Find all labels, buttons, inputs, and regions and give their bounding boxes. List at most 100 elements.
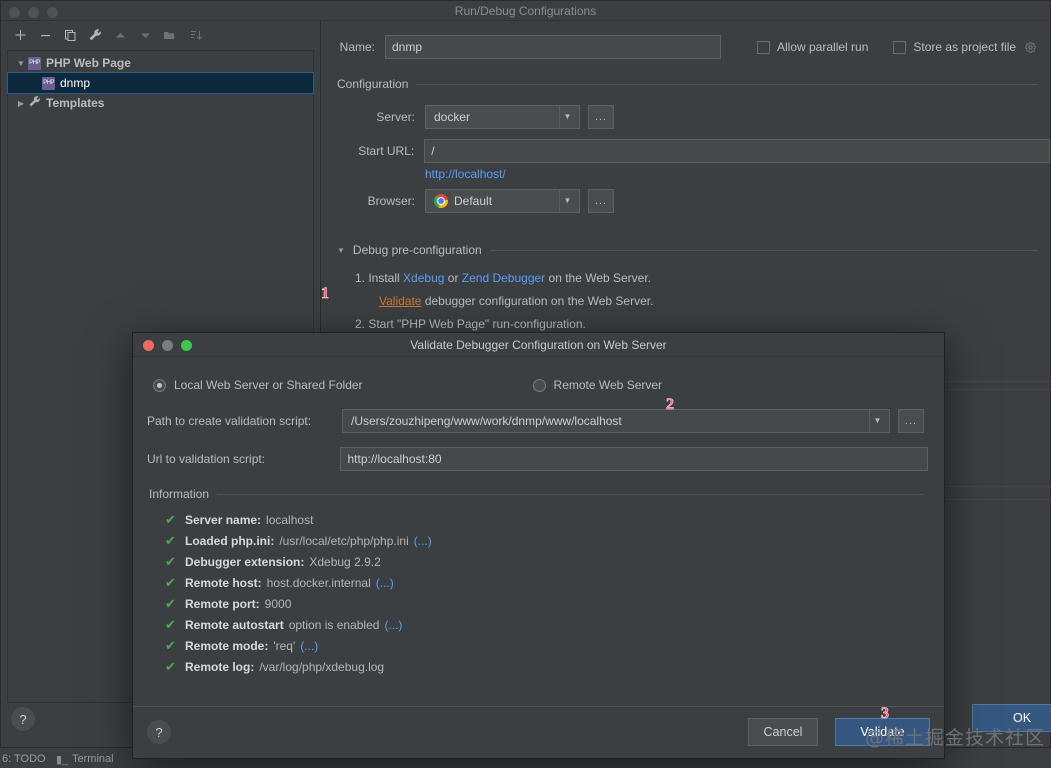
zoom-icon[interactable] [181, 340, 192, 351]
validate-link[interactable]: Validate [379, 294, 421, 308]
allow-parallel-run-checkbox[interactable] [757, 40, 770, 54]
window-title: Run/Debug Configurations [454, 3, 597, 18]
dialog-title: Validate Debugger Configuration on Web S… [410, 337, 667, 352]
chevron-down-icon[interactable]: ▼ [869, 410, 885, 432]
path-row: Path to create validation script: /Users… [147, 409, 928, 433]
section-divider [217, 493, 924, 495]
debug-steps: 1. Install Xdebug or Zend Debugger on th… [321, 257, 1050, 336]
check-icon: ✔ [165, 553, 176, 569]
browser-row: Browser: Default ▼ ... [321, 189, 1050, 213]
radio-local-web-server[interactable]: Local Web Server or Shared Folder [153, 378, 363, 392]
chevron-down-icon[interactable]: ▼ [14, 59, 28, 68]
info-more-link[interactable]: (...) [300, 639, 318, 653]
tree-node-templates[interactable]: ▶ Templates [8, 93, 313, 113]
info-label: Remote port: [185, 596, 260, 611]
info-value: 9000 [264, 596, 292, 611]
chevron-right-icon[interactable]: ▶ [14, 99, 28, 108]
server-label: Server: [376, 110, 415, 124]
tree-node-php-web-page[interactable]: ▼ PHP PHP Web Page [8, 53, 313, 73]
status-todo[interactable]: 6: TODO [2, 753, 46, 765]
copy-icon[interactable] [59, 24, 81, 46]
info-label: Server name: [185, 512, 262, 527]
server-select[interactable]: docker ▼ [425, 105, 580, 129]
chevron-down-icon[interactable]: ▼ [337, 246, 345, 255]
browser-value: Default [454, 194, 493, 208]
cancel-button[interactable]: Cancel [748, 718, 818, 746]
tree-node-label: PHP Web Page [46, 56, 131, 70]
start-url-preview-link[interactable]: http://localhost/ [425, 167, 506, 181]
info-item-server-name: ✔ Server name: localhost [165, 509, 928, 530]
remove-icon[interactable] [34, 24, 56, 46]
configurations-toolbar [1, 21, 320, 49]
radio-local-label: Local Web Server or Shared Folder [174, 378, 363, 392]
dialog-footer: ? Cancel Validate [133, 706, 944, 758]
server-type-radio-group: Local Web Server or Shared Folder Remote… [147, 373, 928, 397]
check-icon: ✔ [165, 574, 176, 590]
info-label: Remote autostart [185, 617, 284, 632]
terminal-icon: ▮_ [56, 754, 69, 766]
info-item-loaded-php-ini: ✔ Loaded php.ini: /usr/local/etc/php/php… [165, 530, 928, 551]
move-up-icon[interactable] [109, 24, 131, 46]
screen-root: php-fpm.conf hpmyadmin dis upervisor 6: … [0, 0, 1051, 768]
debug-pre-configuration-header[interactable]: ▼ Debug pre-configuration [321, 223, 1050, 257]
move-down-icon[interactable] [134, 24, 156, 46]
info-more-link[interactable]: (...) [384, 618, 402, 632]
path-label: Path to create validation script: [147, 414, 312, 428]
path-value: /Users/zouzhipeng/www/work/dnmp/www/loca… [351, 414, 622, 428]
information-section-header: Information [149, 487, 924, 501]
info-value: /var/log/php/xdebug.log [259, 659, 385, 674]
window-title-bar: Run/Debug Configurations [1, 1, 1050, 21]
path-browse-button[interactable]: ... [898, 409, 924, 433]
info-more-link[interactable]: (...) [376, 576, 394, 590]
close-icon[interactable] [9, 7, 20, 18]
tree-node-dnmp[interactable]: PHP dnmp [7, 72, 314, 94]
wrench-icon[interactable] [84, 24, 106, 46]
close-icon[interactable] [143, 340, 154, 351]
server-browse-button[interactable]: ... [588, 105, 614, 129]
name-input[interactable] [385, 35, 721, 59]
info-label: Loaded php.ini: [185, 533, 275, 548]
section-divider [489, 249, 1038, 251]
chevron-down-icon[interactable]: ▼ [559, 190, 575, 212]
sort-icon[interactable] [184, 24, 206, 46]
browser-select[interactable]: Default ▼ [425, 189, 580, 213]
new-folder-icon[interactable] [159, 24, 181, 46]
check-icon: ✔ [165, 658, 176, 674]
dialog-traffic-lights[interactable] [143, 340, 192, 351]
tree-node-label: Templates [46, 96, 105, 110]
browser-browse-button[interactable]: ... [588, 189, 614, 213]
radio-icon[interactable] [532, 378, 546, 392]
debug-step-validate: Validate debugger configuration on the W… [355, 290, 1050, 313]
minimize-icon[interactable] [162, 340, 173, 351]
help-icon[interactable]: ? [11, 707, 35, 731]
xdebug-link[interactable]: Xdebug [403, 271, 444, 285]
zoom-icon[interactable] [47, 7, 58, 18]
radio-icon[interactable] [153, 378, 166, 392]
window-traffic-lights[interactable] [9, 7, 58, 18]
info-more-link[interactable]: (...) [414, 534, 432, 548]
zend-debugger-link[interactable]: Zend Debugger [462, 271, 545, 285]
validate-debugger-dialog: Validate Debugger Configuration on Web S… [132, 332, 945, 759]
validate-suffix: debugger configuration on the Web Server… [424, 294, 654, 308]
store-as-project-file-checkbox[interactable] [893, 40, 907, 54]
check-icon: ✔ [165, 616, 176, 632]
info-value: option is enabled [288, 617, 380, 632]
configuration-section-label: Configuration [337, 77, 409, 91]
dialog-body: Local Web Server or Shared Folder Remote… [133, 357, 944, 706]
tree-node-label: dnmp [60, 76, 91, 90]
start-url-input[interactable] [424, 139, 1050, 163]
dialog-help-icon[interactable]: ? [147, 720, 171, 744]
annotation-marker-3: 3 [881, 705, 890, 723]
info-value: host.docker.internal [266, 575, 371, 590]
radio-remote-web-server[interactable]: Remote Web Server [532, 378, 662, 392]
chevron-down-icon[interactable]: ▼ [559, 106, 575, 128]
add-icon[interactable] [9, 24, 31, 46]
check-icon: ✔ [165, 637, 176, 653]
path-combo[interactable]: /Users/zouzhipeng/www/work/dnmp/www/loca… [342, 409, 890, 433]
info-item-remote-autostart: ✔ Remote autostart option is enabled (..… [165, 614, 928, 635]
gear-icon[interactable] [1024, 41, 1037, 54]
url-input[interactable] [340, 447, 928, 471]
status-terminal[interactable]: Terminal [72, 753, 114, 765]
minimize-icon[interactable] [28, 7, 39, 18]
name-row: Name: Allow parallel run Store as projec… [321, 35, 1050, 59]
